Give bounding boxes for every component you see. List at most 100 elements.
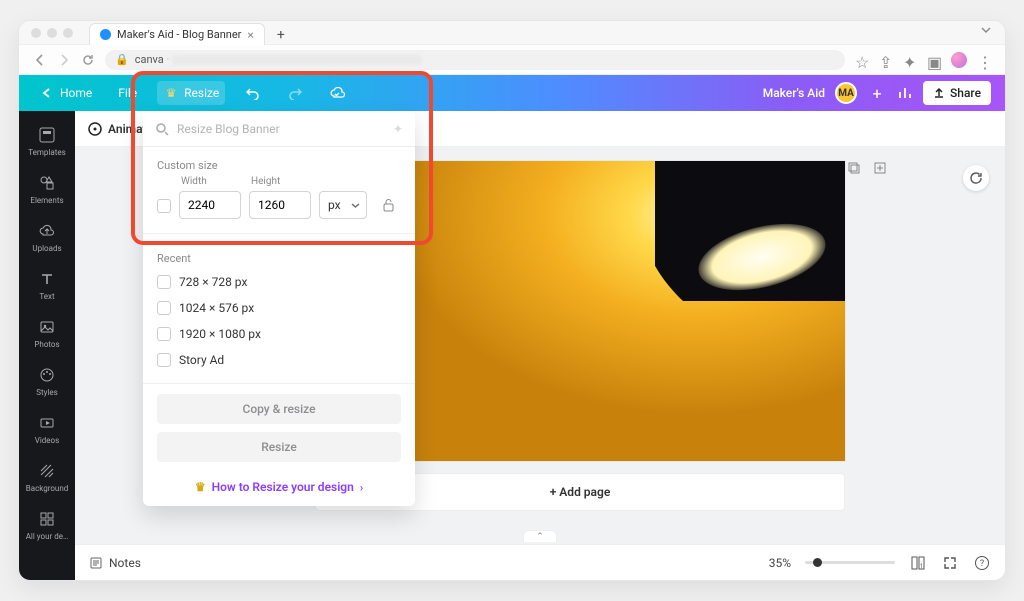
- height-label: Height: [251, 176, 311, 187]
- page-actions: [845, 159, 889, 177]
- width-input[interactable]: [179, 191, 241, 219]
- resize-actions: Copy & resize Resize: [143, 383, 415, 472]
- unit-select[interactable]: px: [319, 191, 367, 219]
- grid-view-icon[interactable]: 1: [909, 554, 927, 572]
- nav-forward-icon[interactable]: [57, 53, 71, 67]
- apps-icon: [37, 509, 57, 529]
- page-tray-handle[interactable]: ⌃: [523, 530, 557, 542]
- team-badge-text: MA: [838, 88, 854, 99]
- recent-item[interactable]: 728 × 728 px: [157, 269, 401, 295]
- canvas-refresh-button[interactable]: [963, 165, 989, 191]
- home-label: Home: [60, 86, 92, 100]
- photos-icon: [37, 317, 57, 337]
- background-icon: [37, 461, 57, 481]
- height-input[interactable]: [249, 191, 311, 219]
- left-sidebar: Templates Elements Uploads Text Photos S…: [19, 111, 75, 580]
- sidebar-item-uploads[interactable]: Uploads: [19, 213, 75, 261]
- traffic-light-max[interactable]: [63, 28, 73, 38]
- copy-resize-button[interactable]: Copy & resize: [157, 394, 401, 424]
- save-icon[interactable]: ▣: [927, 53, 941, 67]
- resize-button-label: Resize: [261, 440, 297, 454]
- url-host: canva: [135, 53, 164, 66]
- resize-panel: ✦ Custom size Width Height px Recent 728…: [143, 111, 415, 506]
- elements-icon: [37, 173, 57, 193]
- add-member-button[interactable]: +: [867, 83, 887, 103]
- team-badge[interactable]: MA: [835, 82, 857, 104]
- kebab-menu-icon[interactable]: ⋮: [977, 53, 991, 67]
- recent-heading: Recent: [143, 240, 415, 269]
- lamp-image: [655, 161, 845, 301]
- url-bar[interactable]: 🔒 canva ·: [105, 50, 845, 70]
- sidebar-label: Elements: [30, 196, 63, 205]
- sidebar-label: Text: [39, 292, 54, 301]
- recent-label: 1024 × 576 px: [179, 301, 254, 315]
- add-page-icon[interactable]: [871, 159, 889, 177]
- browser-tab[interactable]: Maker's Aid - Blog Banner ×: [89, 23, 265, 45]
- sidebar-label: Photos: [34, 340, 59, 349]
- file-menu[interactable]: File: [112, 82, 143, 104]
- sidebar-item-background[interactable]: Background: [19, 453, 75, 501]
- resize-menu[interactable]: ♛ Resize: [157, 81, 225, 105]
- sidebar-item-videos[interactable]: Videos: [19, 405, 75, 453]
- tab-title: Maker's Aid - Blog Banner: [117, 28, 241, 41]
- custom-size-heading: Custom size: [143, 147, 415, 176]
- text-icon: [37, 269, 57, 289]
- sidebar-item-styles[interactable]: Styles: [19, 357, 75, 405]
- help-icon[interactable]: ?: [973, 554, 991, 572]
- brand-name[interactable]: Maker's Aid: [763, 86, 825, 100]
- sidebar-label: Background: [26, 484, 69, 493]
- add-page-label: + Add page: [550, 485, 611, 499]
- insights-icon[interactable]: [897, 85, 913, 101]
- tab-close-icon[interactable]: ×: [247, 28, 253, 42]
- share-label: Share: [950, 86, 981, 100]
- crown-icon: ♛: [163, 85, 179, 101]
- sidebar-item-all[interactable]: All your de…: [19, 501, 75, 549]
- resize-search-input[interactable]: [177, 122, 385, 136]
- share-button[interactable]: Share: [923, 81, 991, 105]
- tabbar-dropdown-icon[interactable]: [981, 25, 991, 35]
- new-tab-button[interactable]: +: [271, 25, 291, 45]
- recent-item[interactable]: 1024 × 576 px: [157, 295, 401, 321]
- share-icon[interactable]: ⇪: [879, 53, 893, 67]
- profile-avatar-icon[interactable]: [951, 52, 967, 68]
- resize-button[interactable]: Resize: [157, 432, 401, 462]
- bookmark-icon[interactable]: ☆: [855, 53, 869, 67]
- cloud-check-icon: [329, 85, 345, 101]
- sidebar-item-templates[interactable]: Templates: [19, 117, 75, 165]
- sidebar-item-text[interactable]: Text: [19, 261, 75, 309]
- sidebar-item-elements[interactable]: Elements: [19, 165, 75, 213]
- sidebar-label: All your de…: [26, 532, 69, 541]
- chevron-right-icon: ›: [360, 481, 363, 494]
- undo-button[interactable]: [239, 81, 267, 105]
- crown-icon: ♛: [195, 480, 206, 494]
- checkbox-icon[interactable]: [157, 301, 171, 315]
- traffic-light-min[interactable]: [47, 28, 57, 38]
- extensions-icon[interactable]: ✦: [903, 53, 917, 67]
- cloud-status[interactable]: [323, 81, 351, 105]
- sidebar-label: Uploads: [32, 244, 61, 253]
- file-label: File: [118, 86, 137, 100]
- notes-button[interactable]: Notes: [89, 556, 141, 570]
- svg-text:1: 1: [920, 563, 923, 570]
- checkbox-icon[interactable]: [157, 275, 171, 289]
- nav-reload-icon[interactable]: [81, 53, 95, 67]
- duplicate-page-icon[interactable]: [845, 159, 863, 177]
- lock-aspect-button[interactable]: [375, 191, 401, 219]
- traffic-light-close[interactable]: [31, 28, 41, 38]
- sidebar-item-photos[interactable]: Photos: [19, 309, 75, 357]
- videos-icon: [37, 413, 57, 433]
- nav-back-canva[interactable]: Home: [33, 81, 98, 105]
- checkbox-icon[interactable]: [157, 327, 171, 341]
- recent-item[interactable]: 1920 × 1080 px: [157, 321, 401, 347]
- clear-icon[interactable]: ✦: [393, 122, 403, 136]
- custom-size-checkbox[interactable]: [157, 199, 171, 213]
- search-icon: [155, 122, 169, 136]
- redo-icon: [287, 85, 303, 101]
- recent-item[interactable]: Story Ad: [157, 347, 401, 373]
- nav-back-icon[interactable]: [33, 53, 47, 67]
- zoom-slider[interactable]: [805, 561, 895, 564]
- checkbox-icon[interactable]: [157, 353, 171, 367]
- redo-button[interactable]: [281, 81, 309, 105]
- how-to-link[interactable]: ♛ How to Resize your design ›: [143, 472, 415, 506]
- fullscreen-icon[interactable]: [941, 554, 959, 572]
